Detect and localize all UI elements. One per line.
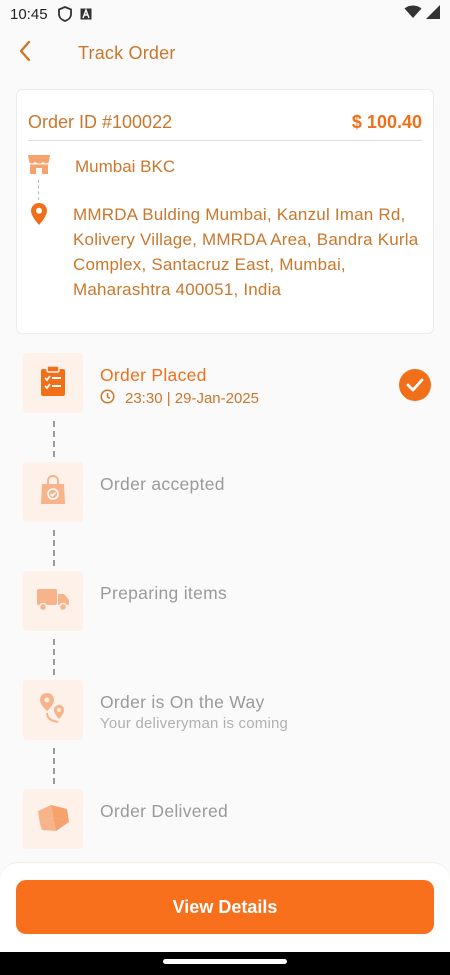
step-title: Order Delivered — [100, 801, 229, 821]
step-icon-box — [23, 462, 83, 522]
signal-icon — [426, 5, 440, 23]
truck-icon — [36, 586, 70, 617]
timeline-step-order-accepted: Order accepted — [0, 462, 450, 524]
step-title: Order Placed — [100, 365, 207, 385]
timeline-connector — [53, 530, 55, 566]
store-row: Mumbai BKC — [27, 152, 175, 181]
a-icon — [80, 8, 92, 20]
step-title: Preparing items — [100, 583, 228, 603]
step-subtitle: Your deliveryman is coming — [100, 715, 289, 732]
order-summary-card: Order ID #100022 $ 100.40 Mumbai BKC MMR… — [16, 89, 434, 334]
store-icon — [27, 152, 51, 181]
back-button[interactable] — [0, 28, 50, 78]
timeline-step-order-delivered: Order Delivered — [0, 789, 450, 851]
home-gesture-handle[interactable] — [163, 959, 287, 964]
shopping-bag-icon — [39, 474, 67, 510]
step-title: Order accepted — [100, 474, 225, 494]
step-title: Order is On the Way — [100, 692, 265, 712]
timeline-connector — [53, 639, 55, 675]
order-header: Order ID #100022 $ 100.40 — [28, 110, 422, 134]
step-timestamp: 23:30 | 29-Jan-2025 — [100, 389, 259, 408]
package-icon — [36, 802, 70, 837]
address-row: MMRDA Bulding Mumbai, Kanzul Iman Rd, Ko… — [31, 202, 423, 302]
order-total: $ 100.40 — [351, 111, 422, 132]
order-id: Order ID #100022 — [28, 111, 173, 132]
view-details-button[interactable]: View Details — [16, 880, 434, 934]
step-icon-box — [23, 571, 83, 631]
chevron-left-icon — [18, 40, 32, 67]
store-address-connector — [38, 180, 39, 200]
step-icon-box — [23, 789, 83, 849]
status-time: 10:45 — [10, 5, 48, 23]
timeline-step-on-the-way: Order is On the Way Your deliveryman is … — [0, 680, 450, 742]
timeline-step-order-placed: Order Placed 23:30 | 29-Jan-2025 — [0, 353, 450, 415]
app-bar: Track Order — [0, 28, 450, 78]
timeline-connector — [53, 748, 55, 784]
step-time-text: 23:30 | 29-Jan-2025 — [125, 390, 259, 407]
clock-icon — [100, 389, 115, 408]
route-icon — [38, 692, 68, 729]
step-icon-box — [23, 353, 83, 413]
check-icon — [399, 369, 431, 401]
status-bar: 10:45 — [0, 0, 450, 28]
shield-icon — [57, 6, 72, 22]
wifi-icon — [404, 5, 422, 23]
timeline-step-preparing-items: Preparing items — [0, 571, 450, 633]
timeline-connector — [53, 421, 55, 457]
divider — [28, 140, 422, 141]
step-icon-box — [23, 680, 83, 740]
clipboard-icon — [39, 364, 67, 402]
delivery-address: MMRDA Bulding Mumbai, Kanzul Iman Rd, Ko… — [73, 205, 419, 299]
page-title: Track Order — [78, 42, 176, 63]
store-name: Mumbai BKC — [75, 156, 176, 176]
location-pin-icon — [31, 203, 47, 302]
